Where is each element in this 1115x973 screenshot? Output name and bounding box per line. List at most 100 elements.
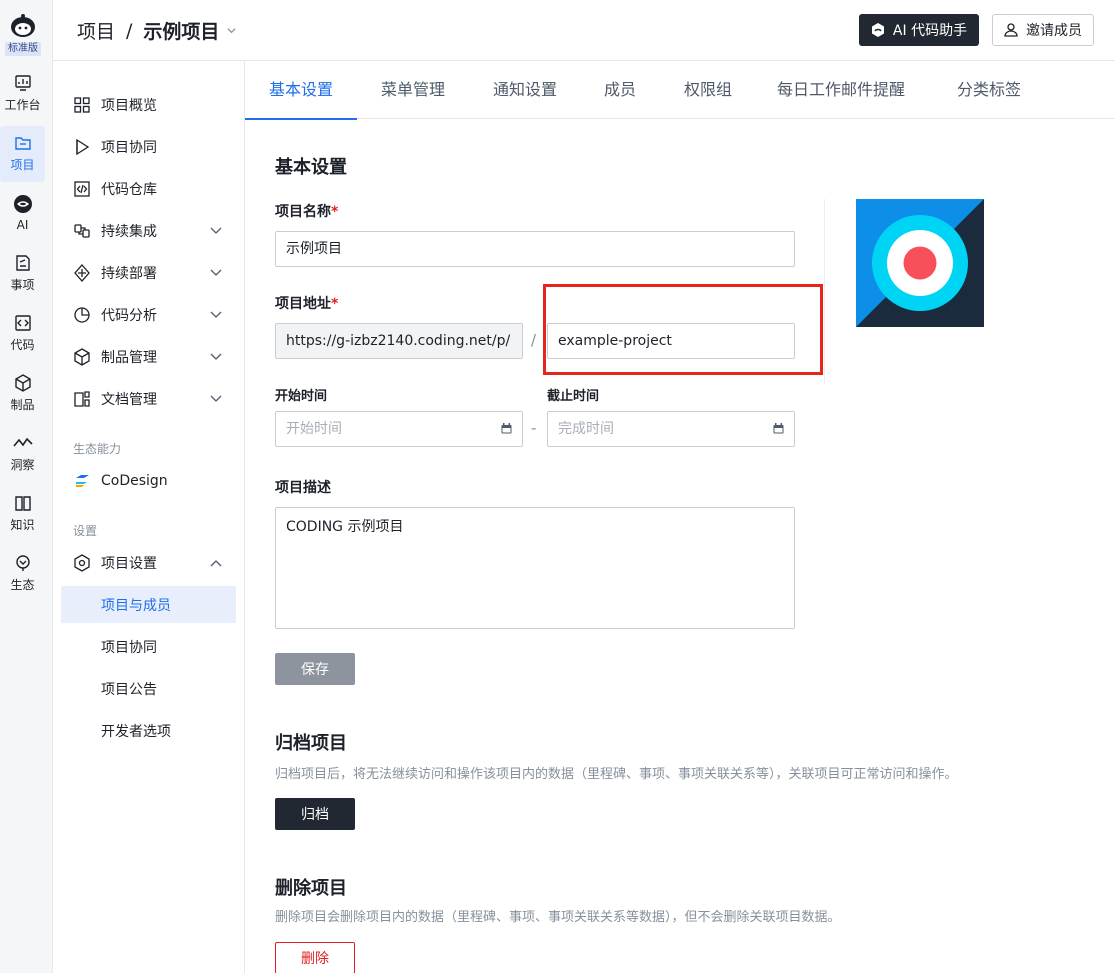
tab-basic[interactable]: 基本设置 [245, 61, 357, 120]
section-title-basic: 基本设置 [275, 157, 347, 178]
group-label-settings: 设置 [73, 524, 98, 538]
section-title-archive: 归档项目 [275, 733, 347, 754]
rail-item-ecosystem[interactable]: 生态 [0, 546, 45, 602]
sidebar-item-artifacts[interactable]: 制品管理 [61, 339, 236, 375]
rail-item-package[interactable]: 制品 [0, 366, 45, 422]
start-time-label: 开始时间 [275, 389, 328, 404]
chevron-down-icon [210, 227, 222, 234]
chevron-down-icon [210, 353, 222, 360]
rail-item-workbench[interactable]: 工作台 [0, 66, 45, 122]
vertical-divider [824, 199, 825, 384]
sidebar-sub-project-members[interactable]: 项目与成员 [61, 586, 236, 623]
code-icon [14, 315, 31, 331]
rail-item-issue[interactable]: 事项 [0, 246, 45, 302]
sidebar-item-project-settings[interactable]: 项目设置 [61, 545, 236, 581]
sidebar-item-label: 代码分析 [101, 308, 157, 324]
box-icon [74, 348, 90, 366]
sidebar-sub-developer[interactable]: 开发者选项 [61, 712, 236, 749]
project-url-prefix: https://g-izbz2140.coding.net/p/ [275, 323, 523, 359]
start-time-input[interactable]: 开始时间 [275, 411, 523, 447]
play-icon [76, 138, 90, 156]
codesign-icon [76, 475, 89, 487]
end-time-placeholder: 完成时间 [558, 421, 614, 437]
end-time-input[interactable]: 完成时间 [547, 411, 795, 447]
sidebar-item-label: 制品管理 [101, 350, 157, 366]
label-text: 项目名称 [275, 204, 331, 220]
sidebar-sub-collab[interactable]: 项目协同 [61, 628, 236, 665]
project-sidebar: 项目概览 项目协同 代码仓库 持续集成 持续部署 代码分析 制品管理 文档管理 … [53, 61, 245, 973]
deploy-icon [74, 264, 90, 282]
rail-label: 制品 [10, 398, 35, 412]
required-mark: * [331, 296, 339, 312]
rail-label: 洞察 [10, 458, 35, 472]
tab-tags[interactable]: 分类标签 [949, 61, 1029, 119]
sidebar-item-cd[interactable]: 持续部署 [61, 255, 236, 291]
breadcrumb-root[interactable]: 项目 [77, 17, 115, 44]
logo-icon [11, 14, 35, 37]
breadcrumb: 项目 / 示例项目 [77, 17, 236, 44]
chevron-down-icon[interactable] [227, 26, 236, 35]
settings-tabs: 基本设置 菜单管理 通知设置 成员 权限组 每日工作邮件提醒 分类标签 [245, 61, 1115, 120]
rail-item-insight[interactable]: 洞察 [0, 426, 45, 482]
required-mark: * [331, 204, 339, 220]
chevron-down-icon [210, 311, 222, 318]
sidebar-item-label: 项目概览 [101, 98, 157, 114]
invite-member-label: 邀请成员 [1026, 23, 1082, 39]
rail-item-project[interactable]: 项目 [0, 126, 45, 182]
sidebar-item-collab[interactable]: 项目协同 [61, 129, 236, 165]
ai-icon [871, 23, 884, 37]
rail-item-code[interactable]: 代码 [0, 306, 45, 362]
save-button[interactable]: 保存 [275, 653, 355, 685]
sidebar-item-ci[interactable]: 持续集成 [61, 213, 236, 249]
delete-button[interactable]: 删除 [275, 942, 355, 973]
description-textarea[interactable]: CODING 示例项目 [275, 507, 795, 629]
date-separator: - [531, 419, 537, 437]
rail-label: 项目 [10, 158, 35, 172]
sidebar-item-overview[interactable]: 项目概览 [61, 87, 236, 123]
edition-badge: 标准版 [5, 42, 41, 56]
tab-menu[interactable]: 菜单管理 [373, 61, 453, 119]
book-icon [14, 496, 31, 511]
app-logo[interactable]: 标准版 [5, 12, 41, 58]
archive-button[interactable]: 归档 [275, 798, 355, 830]
rail-item-knowledge[interactable]: 知识 [0, 486, 45, 542]
user-icon [1004, 23, 1018, 37]
url-separator: / [531, 331, 537, 349]
tab-daily-mail[interactable]: 每日工作邮件提醒 [773, 61, 909, 119]
sidebar-item-repo[interactable]: 代码仓库 [61, 171, 236, 207]
tab-notify[interactable]: 通知设置 [485, 61, 565, 119]
sidebar-sub-announcement[interactable]: 项目公告 [61, 670, 236, 707]
breadcrumb-current[interactable]: 示例项目 [143, 17, 219, 44]
sidebar-item-label: 文档管理 [101, 392, 157, 408]
ai-icon [13, 195, 32, 213]
top-bar: 项目 / 示例项目 AI 代码助手 邀请成员 [53, 0, 1115, 61]
folder-icon [14, 137, 31, 150]
calendar-icon [773, 423, 784, 434]
sidebar-item-analysis[interactable]: 代码分析 [61, 297, 236, 333]
left-rail: 标准版 工作台 项目 AI 事项 代码 制品 洞察 知识 生态 [0, 0, 53, 973]
dashboard-icon [14, 75, 31, 91]
rail-item-ai[interactable]: AI [0, 186, 45, 242]
chevron-up-icon [210, 560, 222, 567]
tab-members[interactable]: 成员 [597, 61, 643, 119]
project-name-input[interactable]: 示例项目 [275, 231, 795, 267]
rail-label: 生态 [10, 578, 35, 592]
sidebar-item-docs[interactable]: 文档管理 [61, 381, 236, 417]
sidebar-item-label: 持续部署 [101, 266, 157, 282]
sidebar-item-label: 项目协同 [101, 140, 157, 156]
issue-icon [15, 255, 30, 271]
archive-description: 归档项目后，将无法继续访问和操作该项目内的数据（里程碑、事项、事项关联关系等），… [275, 767, 958, 782]
tab-permissions[interactable]: 权限组 [677, 61, 739, 119]
ai-assistant-button[interactable]: AI 代码助手 [859, 14, 979, 46]
grid-icon [74, 97, 90, 113]
start-time-placeholder: 开始时间 [286, 421, 342, 437]
breadcrumb-separator: / [126, 19, 133, 42]
invite-member-button[interactable]: 邀请成员 [992, 14, 1094, 46]
rail-label: 知识 [10, 518, 35, 532]
sidebar-item-codesign[interactable]: CoDesign [61, 463, 236, 499]
rail-label: 工作台 [4, 98, 41, 112]
project-name-label: 项目名称* [275, 201, 338, 221]
delete-description: 删除项目会删除项目内的数据（里程碑、事项、事项关联关系等数据），但不会删除关联项… [275, 910, 841, 925]
project-url-label: 项目地址* [275, 293, 338, 313]
project-logo[interactable] [856, 199, 984, 327]
